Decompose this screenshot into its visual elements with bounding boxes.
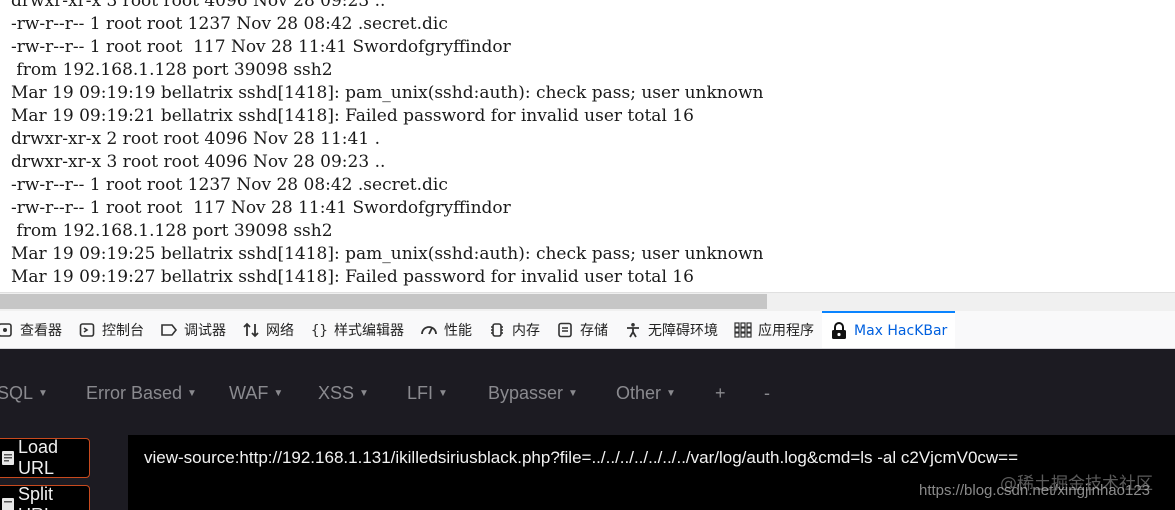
devtools-tab[interactable]: 调试器 bbox=[152, 311, 234, 348]
devtools-tab-label: 存储 bbox=[580, 322, 608, 339]
source-line: Mar 19 09:19:21 bellatrix sshd[1418]: Fa… bbox=[11, 106, 694, 126]
hackbar-menu-label: Other bbox=[616, 383, 662, 403]
devtools-tab[interactable]: 控制台 bbox=[70, 311, 152, 348]
hackbar-menu-label: SQL bbox=[0, 383, 34, 403]
source-line: from 192.168.1.128 port 39098 ssh2 bbox=[11, 221, 333, 241]
view-source-content: drwxr-xr-x 3 root root 4096 Nov 28 09:23… bbox=[0, 0, 1175, 292]
hackbar-menu-label: Error Based bbox=[86, 383, 183, 403]
devtools-tab-label: 网络 bbox=[266, 322, 294, 339]
chevron-down-icon: ▼ bbox=[187, 388, 197, 399]
load-url-button[interactable]: Load URL bbox=[0, 437, 90, 478]
performance-icon bbox=[420, 321, 438, 339]
devtools-tab-label: 查看器 bbox=[20, 322, 62, 339]
hackbar-menu-item[interactable]: XSS ▼ bbox=[318, 379, 369, 407]
application-icon bbox=[734, 321, 752, 339]
inspector-icon bbox=[0, 321, 14, 339]
devtools-tab[interactable]: Max HacKBar bbox=[822, 311, 956, 348]
chevron-down-icon: ▼ bbox=[273, 388, 284, 399]
hackbar-menu-label: - bbox=[764, 383, 770, 403]
source-lines: drwxr-xr-x 3 root root 4096 Nov 28 09:23… bbox=[11, 0, 763, 289]
hackbar-menu-item[interactable]: WAF ▼ bbox=[229, 379, 283, 407]
storage-icon bbox=[556, 321, 574, 339]
load-url-icon bbox=[1, 450, 15, 466]
source-line: drwxr-xr-x 3 root root 4096 Nov 28 09:23… bbox=[11, 0, 386, 11]
chevron-down-icon: ▼ bbox=[568, 388, 578, 399]
devtools-tab[interactable]: 内存 bbox=[480, 311, 548, 348]
source-line: Mar 19 09:19:25 bellatrix sshd[1418]: pa… bbox=[11, 244, 764, 264]
devtools-tab-label: 控制台 bbox=[102, 322, 144, 339]
hackbar-icon bbox=[830, 321, 848, 340]
horizontal-scrollbar[interactable] bbox=[0, 292, 1175, 311]
source-line: -rw-r--r-- 1 root root 117 Nov 28 11:41 … bbox=[11, 37, 511, 57]
hackbar-menu-label: + bbox=[715, 383, 726, 403]
devtools-tab-label: 调试器 bbox=[184, 322, 226, 339]
hackbar-menu-item[interactable]: SQL ▼ bbox=[0, 379, 48, 407]
console-icon bbox=[78, 321, 96, 339]
devtools-tab-label: 无障碍环境 bbox=[648, 322, 718, 339]
hackbar-menu-item[interactable]: Other ▼ bbox=[616, 379, 676, 407]
split-url-button[interactable]: Split URL bbox=[0, 484, 90, 510]
devtools-tab[interactable]: 查看器 bbox=[0, 311, 70, 348]
hackbar-menu-item[interactable]: - bbox=[764, 379, 770, 407]
hackbar-menu-item[interactable]: + bbox=[715, 379, 726, 407]
hackbar-menu-item[interactable]: LFI ▼ bbox=[407, 379, 448, 407]
devtools-tab-label: 应用程序 bbox=[758, 322, 814, 339]
hackbar-menu-label: Bypasser bbox=[488, 383, 564, 403]
devtools-tab-label: 性能 bbox=[444, 322, 472, 339]
devtools-tab-label: 内存 bbox=[512, 322, 540, 339]
devtools-tab-label: Max HacKBar bbox=[854, 322, 948, 339]
source-line: drwxr-xr-x 3 root root 4096 Nov 28 09:23… bbox=[11, 152, 386, 172]
chevron-down-icon: ▼ bbox=[666, 388, 676, 399]
scrollbar-thumb[interactable] bbox=[0, 294, 767, 309]
split-url-icon bbox=[1, 497, 15, 510]
debugger-icon bbox=[160, 321, 178, 339]
chevron-down-icon: ▼ bbox=[38, 388, 48, 399]
network-icon bbox=[242, 321, 260, 339]
hackbar-menu-item[interactable]: Bypasser ▼ bbox=[488, 379, 578, 407]
load-url-label: Load URL bbox=[18, 437, 59, 478]
chevron-down-icon: ▼ bbox=[359, 388, 369, 399]
devtools-tab[interactable]: 应用程序 bbox=[726, 311, 822, 348]
chevron-down-icon: ▼ bbox=[438, 388, 448, 399]
hackbar-menu: SQL ▼ Error Based ▼ WAF ▼ XSS ▼ LFI ▼ Bypasser ▼ Oth… bbox=[0, 379, 1175, 407]
hackbar-menu-item[interactable]: Error Based ▼ bbox=[86, 379, 197, 407]
split-url-label: Split URL bbox=[18, 484, 54, 510]
source-line: Mar 19 09:19:19 bellatrix sshd[1418]: pa… bbox=[11, 83, 764, 103]
source-line: Mar 19 09:19:27 bellatrix sshd[1418]: Fa… bbox=[11, 267, 694, 287]
devtools-tab[interactable]: {} 样式编辑器 bbox=[302, 311, 412, 348]
source-line: from 192.168.1.128 port 39098 ssh2 bbox=[11, 60, 333, 80]
source-line: drwxr-xr-x 2 root root 4096 Nov 28 11:41… bbox=[11, 129, 380, 149]
devtools-toolbar: 查看器 控制台 调试器 网络 {} 样式编辑器 性能 内存 存储 无障碍环境 应用程序 Max Hac… bbox=[0, 311, 1175, 349]
devtools-tab[interactable]: 网络 bbox=[234, 311, 302, 348]
devtools-tab[interactable]: 性能 bbox=[412, 311, 480, 348]
hackbar-menu-label: WAF bbox=[229, 383, 269, 403]
devtools-tab[interactable]: 无障碍环境 bbox=[616, 311, 726, 348]
hackbar-menu-label: XSS bbox=[318, 383, 355, 403]
watermark-csdn: https://blog.csdn.net/xingjinhao123 bbox=[919, 482, 1150, 499]
source-line: -rw-r--r-- 1 root root 117 Nov 28 11:41 … bbox=[11, 198, 511, 218]
svg-text:{}: {} bbox=[311, 323, 328, 338]
accessibility-icon bbox=[624, 321, 642, 339]
memory-icon bbox=[488, 321, 506, 339]
url-value: view-source:http://192.168.1.131/ikilled… bbox=[144, 448, 1019, 467]
devtools-tab[interactable]: 存储 bbox=[548, 311, 616, 348]
source-line: -rw-r--r-- 1 root root 1237 Nov 28 08:42… bbox=[11, 14, 448, 34]
source-line: -rw-r--r-- 1 root root 1237 Nov 28 08:42… bbox=[11, 175, 448, 195]
devtools-tab-label: 样式编辑器 bbox=[334, 322, 404, 339]
hackbar-menu-label: LFI bbox=[407, 383, 434, 403]
style-editor-icon: {} bbox=[310, 321, 328, 339]
